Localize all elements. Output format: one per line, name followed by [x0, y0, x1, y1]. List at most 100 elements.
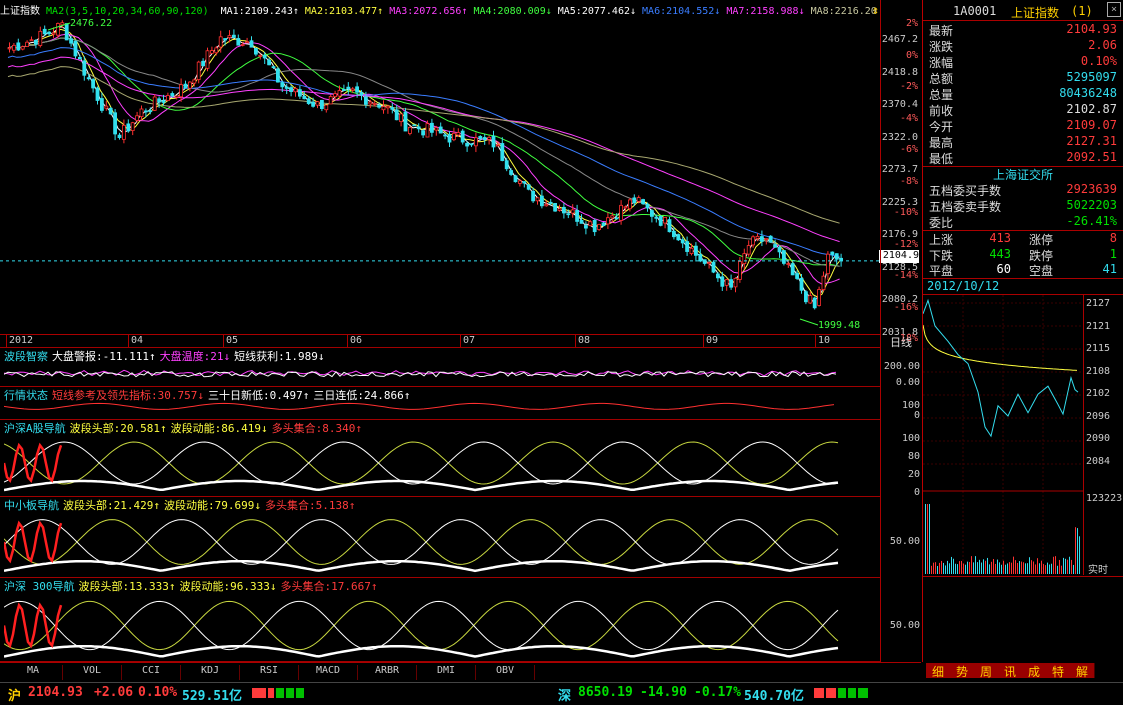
candle[interactable]: [557, 208, 562, 211]
candle[interactable]: [465, 142, 470, 147]
side-tab[interactable]: 细: [926, 663, 951, 679]
candle[interactable]: [11, 44, 16, 51]
candle[interactable]: [460, 130, 465, 143]
candle[interactable]: [540, 195, 544, 207]
candle[interactable]: [227, 35, 232, 38]
candle[interactable]: [253, 48, 258, 55]
candle[interactable]: [456, 132, 461, 136]
candle[interactable]: [421, 130, 426, 136]
candle[interactable]: [491, 135, 496, 148]
candle[interactable]: [64, 23, 69, 41]
tab-obv[interactable]: OBV: [476, 665, 535, 680]
candle[interactable]: [236, 38, 241, 46]
candle[interactable]: [201, 60, 206, 67]
candle[interactable]: [570, 209, 575, 214]
candle[interactable]: [619, 204, 623, 221]
candle[interactable]: [205, 50, 210, 69]
candle[interactable]: [751, 236, 755, 246]
candle[interactable]: [623, 206, 628, 209]
candle[interactable]: [372, 102, 377, 105]
candle[interactable]: [231, 34, 236, 38]
candle[interactable]: [350, 88, 355, 91]
indicator-plot[interactable]: [4, 510, 844, 576]
candle[interactable]: [139, 108, 144, 118]
candle[interactable]: [302, 95, 307, 100]
candle[interactable]: [38, 30, 43, 46]
candle[interactable]: [782, 250, 786, 264]
candle[interactable]: [174, 95, 179, 98]
candle[interactable]: [632, 197, 637, 204]
indicator-plot[interactable]: [4, 591, 844, 662]
candle[interactable]: [34, 39, 38, 45]
candle[interactable]: [135, 115, 140, 121]
side-tab[interactable]: 势: [950, 663, 975, 679]
candle[interactable]: [130, 122, 135, 131]
candle[interactable]: [223, 38, 228, 41]
candle[interactable]: [531, 190, 535, 202]
candle[interactable]: [755, 235, 760, 239]
candle[interactable]: [645, 203, 650, 209]
candle[interactable]: [768, 235, 773, 243]
candle[interactable]: [157, 98, 162, 103]
candle[interactable]: [601, 222, 606, 227]
candle[interactable]: [341, 89, 346, 91]
candle[interactable]: [359, 92, 364, 96]
candle[interactable]: [729, 279, 733, 288]
candle[interactable]: [403, 111, 408, 132]
candle[interactable]: [663, 216, 667, 224]
candle[interactable]: [324, 104, 329, 111]
candle[interactable]: [680, 239, 685, 244]
candle[interactable]: [711, 261, 716, 273]
candle[interactable]: [249, 40, 254, 48]
candle[interactable]: [685, 241, 689, 252]
candle[interactable]: [390, 107, 395, 110]
candle[interactable]: [69, 38, 73, 44]
candle[interactable]: [610, 215, 615, 219]
candle[interactable]: [526, 184, 531, 190]
candle[interactable]: [676, 234, 681, 241]
candle[interactable]: [504, 160, 509, 170]
candle[interactable]: [544, 204, 549, 207]
candle[interactable]: [73, 40, 78, 57]
candle[interactable]: [113, 112, 117, 135]
candle[interactable]: [702, 259, 707, 264]
side-tab[interactable]: 周: [974, 663, 999, 679]
candle[interactable]: [513, 175, 518, 183]
candle[interactable]: [799, 277, 804, 291]
candle[interactable]: [438, 126, 443, 134]
candle[interactable]: [566, 213, 571, 216]
candle[interactable]: [553, 203, 557, 212]
candle[interactable]: [42, 28, 47, 35]
candle[interactable]: [509, 170, 514, 175]
candle[interactable]: [733, 277, 738, 288]
candle[interactable]: [333, 93, 338, 97]
candle[interactable]: [672, 230, 676, 238]
candle[interactable]: [209, 50, 214, 54]
candle[interactable]: [95, 87, 100, 101]
candle[interactable]: [597, 224, 601, 230]
candle[interactable]: [148, 110, 153, 113]
candle[interactable]: [720, 276, 725, 287]
candle[interactable]: [575, 210, 579, 222]
candle[interactable]: [817, 289, 821, 306]
candle[interactable]: [117, 134, 122, 139]
candle[interactable]: [122, 124, 126, 140]
indicator-plot[interactable]: [4, 400, 844, 418]
candle[interactable]: [795, 273, 799, 279]
candle[interactable]: [29, 39, 34, 42]
candle[interactable]: [258, 54, 263, 57]
candle[interactable]: [588, 221, 593, 227]
tab-kdj[interactable]: KDJ: [181, 665, 240, 680]
candle[interactable]: [804, 291, 808, 303]
candle[interactable]: [280, 82, 285, 88]
candle[interactable]: [192, 79, 197, 84]
candle[interactable]: [60, 22, 65, 26]
candle[interactable]: [56, 23, 60, 36]
tab-rsi[interactable]: RSI: [240, 665, 299, 680]
candle[interactable]: [47, 31, 51, 35]
candle[interactable]: [764, 238, 769, 241]
candle[interactable]: [689, 247, 694, 254]
candle[interactable]: [289, 87, 294, 92]
candle[interactable]: [267, 59, 272, 66]
candle[interactable]: [363, 96, 368, 105]
